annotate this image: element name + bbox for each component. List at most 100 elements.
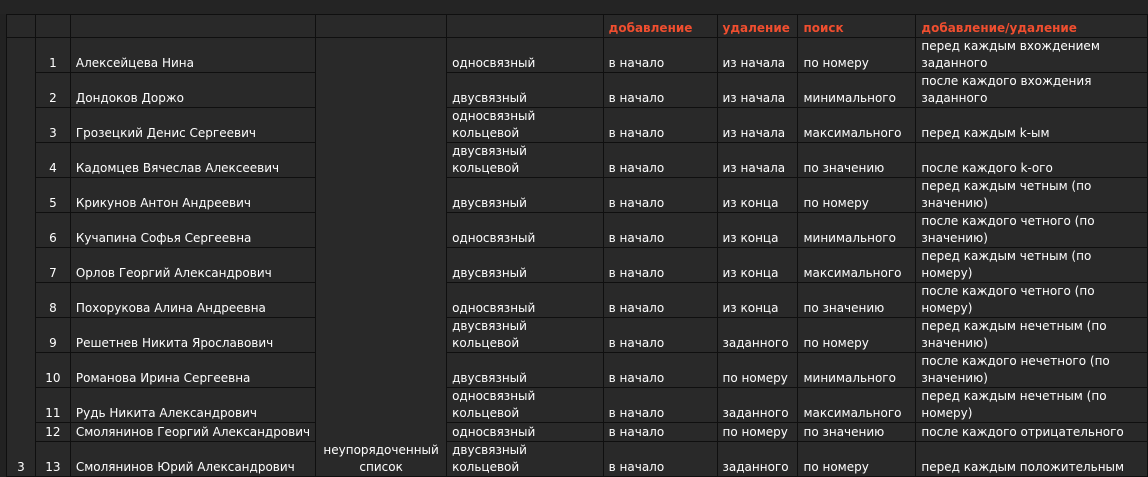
header-cell-empty: [6, 14, 36, 38]
student-name-cell[interactable]: Рудь Никита Александрович: [69, 387, 317, 423]
add-delete-cell[interactable]: перед каждым вхождением заданного: [915, 37, 1148, 73]
delete-cell[interactable]: из начала: [716, 107, 799, 143]
add-delete-cell[interactable]: после каждого четного (по значению): [915, 212, 1148, 248]
add-cell[interactable]: в начало: [602, 142, 718, 178]
search-cell[interactable]: по номеру: [797, 37, 917, 73]
row-number-cell[interactable]: 10: [34, 352, 71, 388]
spreadsheet-view: добавление удаление поиск добавление/уда…: [0, 0, 1148, 477]
table-row: 3 1 Алексейцева Нина неупорядоченный список…: [6, 37, 1148, 477]
search-cell[interactable]: по номеру: [797, 177, 917, 213]
add-delete-cell[interactable]: перед каждым k-ым: [915, 107, 1148, 143]
student-name-cell[interactable]: Орлов Георгий Александрович: [69, 247, 317, 283]
student-name-cell[interactable]: Кадомцев Вячеслав Алексеевич: [69, 142, 317, 178]
student-name-cell[interactable]: Грозецкий Денис Сергеевич: [69, 107, 317, 143]
student-name-cell[interactable]: Решетнев Никита Ярославович: [69, 317, 317, 353]
student-name-cell[interactable]: Романова Ирина Сергеевна: [69, 352, 317, 388]
add-cell[interactable]: в начало: [602, 72, 718, 108]
row-number-cell[interactable]: 3: [34, 107, 71, 143]
add-delete-cell[interactable]: перед каждым четным (по значению): [915, 177, 1148, 213]
header-add-delete[interactable]: добавление/удаление: [915, 14, 1148, 38]
delete-cell[interactable]: заданного: [716, 387, 799, 423]
row-number-cell[interactable]: 12: [34, 422, 71, 442]
row-number-cell[interactable]: 11: [34, 387, 71, 423]
header-cell-empty: [69, 14, 317, 38]
structure-cell[interactable]: односвязный кольцевой: [446, 107, 604, 143]
add-delete-cell[interactable]: после каждого четного (по номеру): [915, 282, 1148, 318]
header-add[interactable]: добавление: [602, 14, 718, 38]
student-name-cell[interactable]: Дондоков Доржо: [69, 72, 317, 108]
table-row: 3 Грозецкий Денис Сергеевич односвязный ко…: [7, 107, 1148, 143]
search-cell[interactable]: максимального: [797, 387, 917, 423]
delete-cell[interactable]: из начала: [716, 37, 799, 73]
structure-cell[interactable]: двусвязный: [446, 177, 604, 213]
add-delete-cell[interactable]: после каждого k-ого: [915, 142, 1148, 178]
structure-cell[interactable]: двусвязный: [446, 352, 604, 388]
search-cell[interactable]: по значению: [797, 422, 917, 442]
add-delete-cell[interactable]: перед каждым нечетным (по значению): [915, 317, 1148, 353]
header-cell-empty: [315, 14, 448, 38]
structure-cell[interactable]: односвязный: [446, 422, 604, 442]
add-cell[interactable]: в начало: [602, 247, 718, 283]
search-cell[interactable]: максимального: [797, 107, 917, 143]
add-cell[interactable]: в начало: [602, 177, 718, 213]
row-number-cell[interactable]: 9: [34, 317, 71, 353]
delete-cell[interactable]: из начала: [716, 72, 799, 108]
row-number-cell[interactable]: 7: [34, 247, 71, 283]
add-delete-cell[interactable]: перед каждым нечетным (по номеру): [915, 387, 1148, 423]
delete-cell[interactable]: из конца: [716, 282, 799, 318]
structure-cell[interactable]: двусвязный: [446, 247, 604, 283]
table-row: 7 Орлов Георгий Александрович двусвязный в …: [7, 247, 1148, 283]
add-cell[interactable]: в начало: [602, 387, 718, 423]
row-number-cell[interactable]: 4: [34, 142, 71, 178]
row-number-cell[interactable]: 1: [34, 37, 71, 73]
student-name-cell[interactable]: Алексейцева Нина: [69, 37, 317, 73]
search-cell[interactable]: минимального: [797, 72, 917, 108]
add-delete-cell[interactable]: после каждого нечетного (по значению): [915, 352, 1148, 388]
search-cell[interactable]: минимального: [797, 212, 917, 248]
search-cell[interactable]: по значению: [797, 142, 917, 178]
row-number-cell[interactable]: 2: [34, 72, 71, 108]
add-cell[interactable]: в начало: [602, 317, 718, 353]
delete-cell[interactable]: по номеру: [716, 352, 799, 388]
add-cell[interactable]: в начало: [602, 212, 718, 248]
delete-cell[interactable]: из конца: [716, 247, 799, 283]
search-cell[interactable]: минимального: [797, 352, 917, 388]
delete-cell[interactable]: из начала: [716, 142, 799, 178]
add-cell[interactable]: в начало: [602, 37, 718, 73]
delete-cell[interactable]: заданного: [716, 317, 799, 353]
search-cell[interactable]: максимального: [797, 247, 917, 283]
add-cell[interactable]: в начало: [602, 352, 718, 388]
table-row: 2 Дондоков Доржо двусвязный в начало из нача…: [7, 72, 1148, 108]
list-type-cell[interactable]: неупорядоченный список: [315, 37, 448, 477]
table-row: 5 Крикунов Антон Андреевич двусвязный в нач…: [7, 177, 1148, 213]
structure-cell[interactable]: двусвязный: [446, 72, 604, 108]
search-cell[interactable]: по номеру: [797, 317, 917, 353]
row-number-cell[interactable]: 6: [34, 212, 71, 248]
student-name-cell[interactable]: Крикунов Антон Андреевич: [69, 177, 317, 213]
structure-cell[interactable]: односвязный: [446, 37, 604, 73]
header-delete[interactable]: удаление: [716, 14, 799, 38]
add-delete-cell[interactable]: после каждого вхождения заданного: [915, 72, 1148, 108]
row-number-cell[interactable]: 5: [34, 177, 71, 213]
add-cell[interactable]: в начало: [602, 107, 718, 143]
add-delete-cell[interactable]: после каждого отрицательного: [915, 422, 1148, 442]
add-cell[interactable]: в начало: [602, 282, 718, 318]
add-cell[interactable]: в начало: [602, 422, 718, 442]
search-cell[interactable]: по значению: [797, 282, 917, 318]
structure-cell[interactable]: односвязный: [446, 282, 604, 318]
add-delete-cell[interactable]: перед каждым четным (по номеру): [915, 247, 1148, 283]
row-number-cell[interactable]: 8: [34, 282, 71, 318]
structure-cell[interactable]: двусвязный кольцевой: [446, 142, 604, 178]
delete-cell[interactable]: по номеру: [716, 422, 799, 442]
structure-cell[interactable]: односвязный: [446, 212, 604, 248]
delete-cell[interactable]: из конца: [716, 212, 799, 248]
structure-cell[interactable]: двусвязный кольцевой: [446, 317, 604, 353]
structure-cell[interactable]: односвязный кольцевой: [446, 387, 604, 423]
student-name-cell[interactable]: Кучапина Софья Сергеевна: [69, 212, 317, 248]
student-name-cell[interactable]: Похорукова Алина Андреевна: [69, 282, 317, 318]
student-name-cell[interactable]: Смолянинов Георгий Александрович: [69, 422, 317, 442]
header-search[interactable]: поиск: [797, 14, 917, 38]
delete-cell[interactable]: из конца: [716, 177, 799, 213]
group-number-cell[interactable]: 3: [6, 37, 36, 477]
table-row: 12 Смолянинов Георгий Александрович односв…: [7, 422, 1148, 442]
